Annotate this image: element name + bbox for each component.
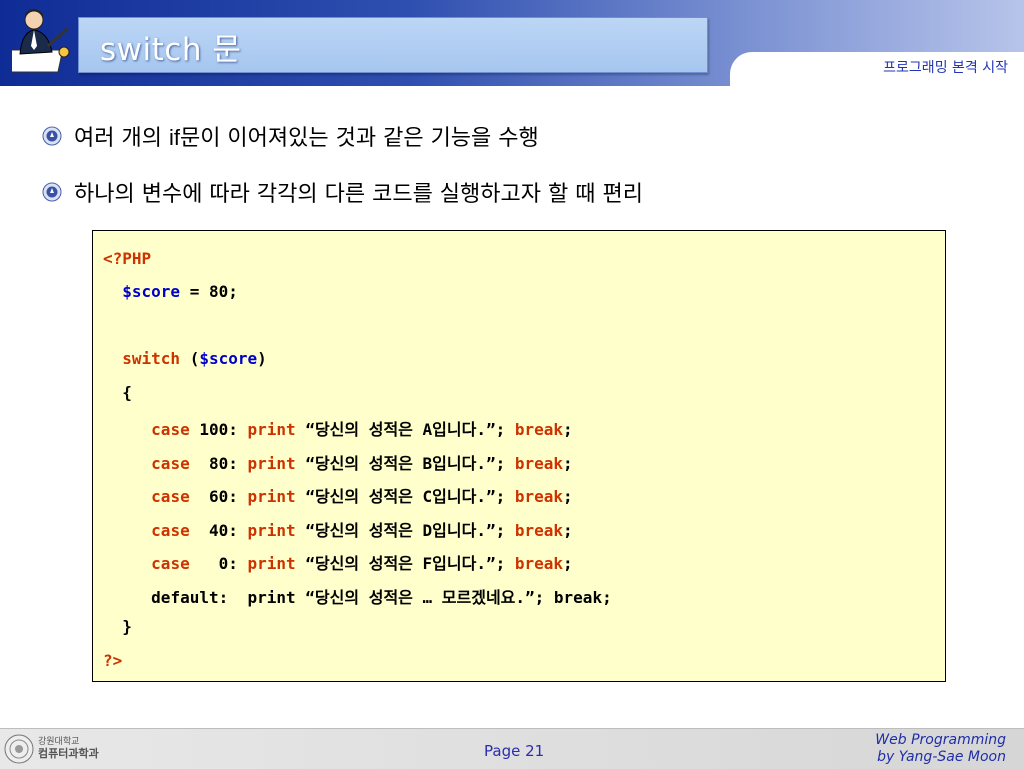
case-line: case 100: print “당신의 성적은 A입니다.”; break; [151, 420, 573, 439]
case-line: case 80: print “당신의 성적은 B입니다.”; break; [151, 454, 573, 473]
case-line: case 0: print “당신의 성적은 F입니다.”; break; [151, 554, 573, 573]
slide-title: switch 문 [100, 32, 242, 68]
bullet-item: 하나의 변수에 따라 각각의 다른 코드를 실행하고자 할 때 편리 [42, 176, 643, 208]
php-open-tag: <?PHP [103, 249, 152, 268]
bullet-text: 여러 개의 if문이 이어져있는 것과 같은 기능을 수행 [74, 125, 539, 151]
default-line: default: print “당신의 성적은 … 모르겠네요.”; break… [151, 588, 612, 607]
brace-close: } [122, 617, 132, 636]
case-line: case 40: print “당신의 성적은 D입니다.”; break; [151, 521, 573, 540]
brace-open: { [122, 383, 132, 402]
bullet-text: 하나의 변수에 따라 각각의 다른 코드를 실행하고자 할 때 편리 [74, 182, 643, 207]
bullet-emblem-icon [42, 126, 62, 146]
php-close-tag: ?> [103, 651, 123, 670]
section-label: 프로그래밍 본격 시작 [883, 60, 1008, 76]
assignment-line: $score = 80; [122, 282, 238, 301]
case-line: case 60: print “당신의 성적은 C입니다.”; break; [151, 487, 573, 506]
bullet-emblem-icon [42, 182, 62, 202]
bullet-item: 여러 개의 if문이 이어져있는 것과 같은 기능을 수행 [42, 120, 539, 152]
department-label: 강원대학교 컴퓨터과학과 [38, 737, 99, 760]
switch-line: switch ($score) [122, 349, 267, 368]
if-keyword: if [168, 125, 180, 150]
code-block: <?PHP $score = 80; switch ($score) { cas… [92, 230, 946, 682]
page-number: Page 21 [484, 742, 545, 760]
course-credit: Web Programming by Yang-Sae Moon [875, 732, 1006, 765]
person-writing-icon [12, 9, 70, 73]
university-seal-icon [4, 734, 34, 764]
